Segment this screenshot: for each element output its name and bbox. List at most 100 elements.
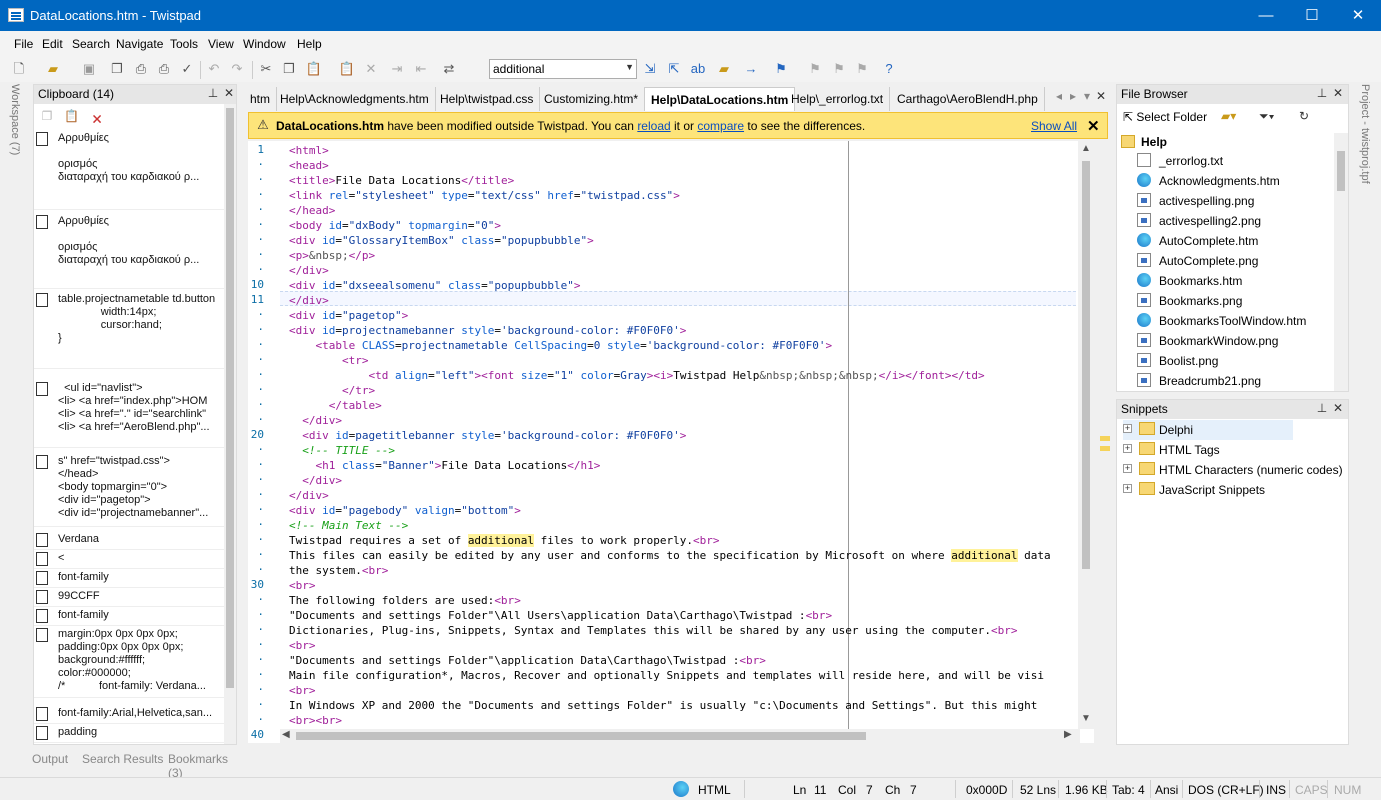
status-encoding[interactable]: Ansi [1155,783,1178,797]
refresh-icon[interactable]: ↻ [1297,109,1311,125]
scroll-left-icon[interactable]: ◀ [282,729,290,740]
minimize-button[interactable]: — [1243,0,1289,31]
close-notification-icon[interactable]: ✕ [1087,117,1100,135]
code-line[interactable]: <div id="pagebody" valign="bottom"> [289,503,1077,518]
clear-bookmarks-icon[interactable]: ⚑ [853,60,871,78]
reload-link[interactable]: reload [637,119,670,133]
tab-doc[interactable]: Carthago\AeroBlendH.php [891,87,1045,111]
scroll-up-icon[interactable]: ▲ [1081,143,1091,154]
code-line[interactable]: Twistpad requires a set of additional fi… [289,533,1077,548]
code-line[interactable]: </div> [289,413,1077,428]
print-icon[interactable]: ⎙ [155,60,173,78]
list-item[interactable]: font-family [34,569,224,588]
code-line[interactable]: "Documents and settings Folder"\applicat… [289,653,1077,668]
list-item[interactable]: 99CCFF [34,588,224,607]
folder-options-icon[interactable]: ▰▾ [1221,109,1236,125]
expand-icon[interactable]: + [1123,484,1132,493]
tab-list-icon[interactable]: ▾ [1080,89,1094,105]
menu-view[interactable]: View [208,37,234,51]
tab-output[interactable]: Output [32,752,68,766]
code-line[interactable]: <link rel="stylesheet" type="text/css" h… [289,188,1077,203]
scrollbar-thumb[interactable] [1337,151,1345,191]
replace-icon[interactable]: ⇄ [440,60,458,78]
code-line[interactable]: <br><br> [289,713,1077,728]
close-window-button[interactable]: ✕ [1335,0,1381,31]
code-line[interactable]: <body id="dxBody" topmargin="0"> [289,218,1077,233]
scrollbar-thumb[interactable] [296,732,866,740]
status-line-ending[interactable]: DOS (CR+LF) [1188,783,1264,797]
save-icon[interactable]: ▣ [80,60,98,78]
code-line[interactable]: <title>File Data Locations</title> [289,173,1077,188]
code-line[interactable]: <div id="pagetop"> [289,308,1077,323]
list-item[interactable]: table.projectnametable td.button width:1… [34,291,224,369]
cut-icon[interactable]: ✂ [257,60,275,78]
code-line[interactable]: <td align="left"><font size="1" color=Gr… [289,368,1077,383]
tab-scroll-left-icon[interactable]: ◂ [1052,89,1066,105]
editor-horizontal-scrollbar[interactable]: ◀ ▶ [280,729,1080,743]
scroll-right-icon[interactable]: ▶ [1064,729,1072,740]
compare-link[interactable]: compare [697,119,744,133]
list-item[interactable]: Αρρυθμίες ορισμός διαταραχή του καρδιακο… [34,130,224,210]
code-line[interactable]: </div> [289,293,1077,308]
tab-scroll-right-icon[interactable]: ▸ [1066,89,1080,105]
code-line[interactable]: <!-- TITLE --> [289,443,1077,458]
list-item[interactable]: <ul id="navlist"> <li> <a href="index.ph… [34,380,224,448]
scrollbar-thumb[interactable] [226,108,234,688]
expand-icon[interactable]: + [1123,444,1132,453]
outdent-icon[interactable]: ⇤ [412,60,430,78]
code-line[interactable]: This files can easily be edited by any u… [289,548,1077,563]
bookmark-flag-icon[interactable]: ⚑ [772,60,790,78]
code-line[interactable]: <html> [289,143,1077,158]
next-bookmark-icon[interactable]: ⚑ [806,60,824,78]
close-tab-icon[interactable]: ✕ [1094,89,1108,105]
list-item[interactable]: padding [34,724,224,743]
show-all-link[interactable]: Show All [1031,119,1077,133]
find-next-icon[interactable]: ⇲ [641,60,659,78]
find-previous-icon[interactable]: ⇱ [665,60,683,78]
undo-icon[interactable]: ↶ [205,60,223,78]
code-line[interactable]: the system.<br> [289,563,1077,578]
find-word-icon[interactable]: ab [689,60,707,78]
menu-edit[interactable]: Edit [42,37,63,51]
tab-doc[interactable]: Help\twistpad.css [434,87,541,111]
code-line[interactable]: <head> [289,158,1077,173]
code-line[interactable]: </div> [289,263,1077,278]
clipboard-clear-icon[interactable]: 🗙 [90,109,104,125]
tab-doc[interactable]: Help\_errorlog.txt [785,87,891,111]
code-line[interactable]: </tr> [289,383,1077,398]
folder-item[interactable]: Help [1121,133,1341,151]
spellcheck-icon[interactable]: ✓ [178,60,196,78]
list-item[interactable]: Αρρυθμίες ορισμός διαταραχή του καρδιακο… [34,213,224,289]
menu-search[interactable]: Search [72,37,110,51]
project-label[interactable]: Project - twistproj.tpf [1359,84,1371,184]
tab-doc-active[interactable]: Help\DataLocations.htm [644,87,796,111]
code-line[interactable]: <tr> [289,353,1077,368]
tab-doc[interactable]: Customizing.htm* [538,87,646,111]
menu-help[interactable]: Help [297,37,322,51]
file-browser-scrollbar[interactable] [1334,133,1348,391]
close-icon[interactable]: ✕ [1331,86,1345,102]
copy-icon[interactable]: ❐ [280,60,298,78]
previous-bookmark-icon[interactable]: ⚑ [830,60,848,78]
clipboard-paste-icon[interactable]: 📋 [64,109,79,125]
code-line[interactable]: "Documents and settings Folder"\All User… [289,608,1077,623]
menu-tools[interactable]: Tools [170,37,198,51]
list-item[interactable]: Verdana [34,531,224,550]
menu-file[interactable]: File [14,37,33,51]
code-line[interactable]: <p>&nbsp;</p> [289,248,1077,263]
paste-icon[interactable]: 📋 [305,60,323,78]
open-folder-icon[interactable]: ▰ [44,60,62,78]
print-preview-icon[interactable]: ⎙ [132,60,150,78]
scroll-down-icon[interactable]: ▼ [1081,713,1091,724]
pin-icon[interactable]: ⊥ [1315,401,1329,417]
edge-browser-icon[interactable] [673,781,689,797]
redo-icon[interactable]: ↷ [228,60,246,78]
code-line[interactable]: <div id="dxseealsomenu" class="popupbubb… [289,278,1077,293]
code-line[interactable]: <!-- Main Text --> [289,518,1077,533]
editor-vertical-scrollbar[interactable]: ▲ ▼ [1078,141,1094,729]
list-item[interactable]: < [34,550,224,569]
tab-bookmarks[interactable]: Bookmarks (3) [168,752,240,780]
menu-window[interactable]: Window [243,37,286,51]
menu-navigate[interactable]: Navigate [116,37,163,51]
code-line[interactable]: <h1 class="Banner">File Data Locations</… [289,458,1077,473]
